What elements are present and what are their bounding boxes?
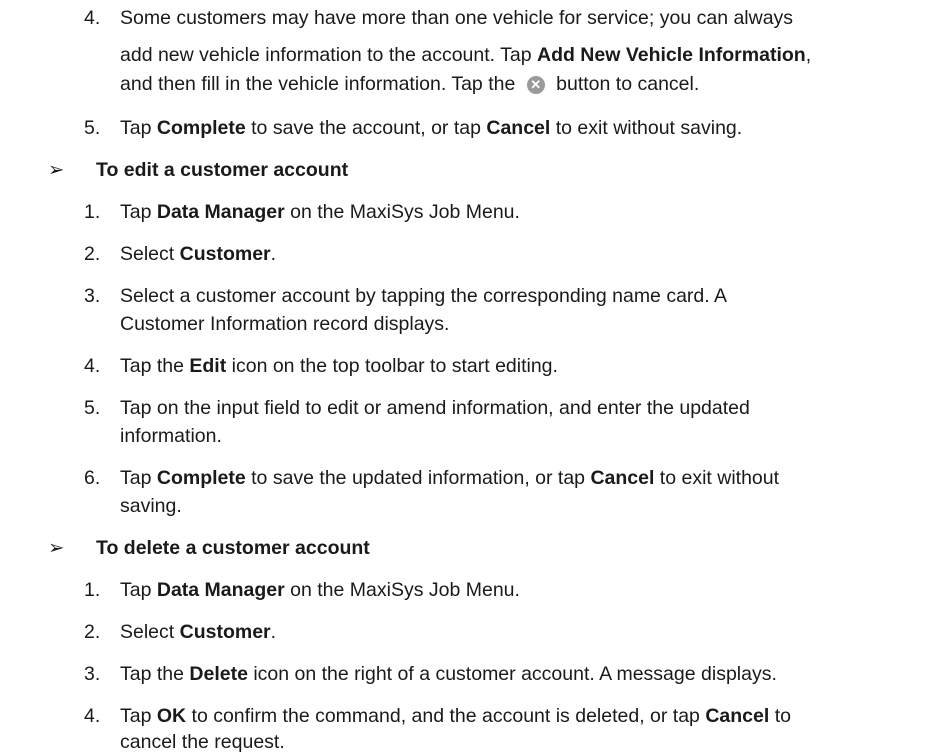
bold-term: Complete — [156, 117, 246, 139]
list-item: Select a customer account by tapping the… — [120, 282, 930, 310]
text-span: icon on the top toolbar to start editing… — [226, 355, 558, 377]
bold-term: Delete — [189, 663, 248, 685]
section-heading: ➢ To edit a customer account — [48, 156, 348, 184]
text-span: Select — [120, 243, 180, 265]
text-span: Tap the — [120, 355, 190, 377]
list-item: Tap Complete to save the account, or tap… — [120, 114, 930, 142]
text-span: on the MaxiSys Job Menu. — [284, 201, 520, 223]
list-item: Tap the Edit icon on the top toolbar to … — [120, 352, 930, 380]
bold-term: Cancel — [705, 705, 770, 727]
text-span: Tap the — [120, 663, 190, 685]
text-span: to exit without saving. — [550, 117, 743, 139]
bold-term: Add New Vehicle Information — [536, 44, 806, 66]
bold-term: Data Manager — [156, 201, 285, 223]
text-span: to exit without — [654, 467, 780, 489]
text-span: Tap — [120, 579, 157, 601]
step-number: 3. — [84, 663, 101, 685]
text-span: add new vehicle information to the accou… — [120, 44, 537, 66]
step-number: 4. — [84, 355, 101, 377]
text-span: Tap — [120, 117, 157, 139]
text-span: Tap on the input field to edit or amend … — [120, 397, 750, 419]
section-heading: ➢ To delete a customer account — [48, 534, 370, 562]
text-span: to — [769, 705, 791, 727]
list-item: Select Customer. — [120, 618, 930, 646]
list-item: Tap the Delete icon on the right of a cu… — [120, 660, 930, 688]
list-item: information. — [120, 422, 930, 450]
list-item: Customer Information record displays. — [120, 310, 930, 338]
text-span: To edit a customer account — [96, 159, 349, 181]
step-number: 4. — [84, 7, 101, 29]
text-span: saving. — [120, 495, 182, 517]
text-span: , — [805, 44, 812, 66]
step-number: 4. — [84, 705, 101, 727]
bold-term: Cancel — [590, 467, 655, 489]
text-span: to save the updated information, or tap — [245, 467, 591, 489]
text-span: Tap — [120, 467, 157, 489]
list-item: and then fill in the vehicle information… — [120, 70, 930, 98]
step-number: 3. — [84, 285, 101, 307]
text-span: To delete a customer account — [96, 537, 370, 559]
list-item: Select Customer. — [120, 240, 930, 268]
arrow-bullet-icon: ➢ — [48, 537, 65, 559]
bold-term: OK — [156, 705, 187, 727]
text-span: Tap — [120, 705, 157, 727]
list-item: Some customers may have more than one ve… — [120, 4, 930, 32]
text-span: button to cancel. — [556, 73, 700, 95]
step-number: 1. — [84, 201, 101, 223]
list-item: cancel the request. — [120, 728, 930, 756]
step-number: 5. — [84, 397, 101, 419]
step-number: 6. — [84, 467, 101, 489]
list-item: add new vehicle information to the accou… — [120, 41, 930, 69]
text-span: information. — [120, 425, 222, 447]
text-span: to save the account, or tap — [245, 117, 487, 139]
text-span: on the MaxiSys Job Menu. — [284, 579, 520, 601]
step-number: 1. — [84, 579, 101, 601]
text-span: Tap — [120, 201, 157, 223]
arrow-bullet-icon: ➢ — [48, 159, 65, 181]
bold-term: Cancel — [486, 117, 551, 139]
text-span: . — [270, 243, 277, 265]
list-item: Tap Complete to save the updated informa… — [120, 464, 930, 492]
text-span: to confirm the command, and the account … — [186, 705, 706, 727]
text-span: cancel the request. — [120, 731, 285, 753]
step-number: 2. — [84, 621, 101, 643]
text-span: Select a customer account by tapping the… — [120, 285, 728, 307]
step-number: 2. — [84, 243, 101, 265]
text-span: . — [270, 621, 277, 643]
bold-term: Customer — [179, 243, 271, 265]
bold-term: Edit — [189, 355, 227, 377]
text-span: Select — [120, 621, 180, 643]
bold-term: Complete — [156, 467, 246, 489]
text-span: Some customers may have more than one ve… — [120, 7, 794, 29]
list-item: Tap OK to confirm the command, and the a… — [120, 702, 930, 730]
list-item: saving. — [120, 492, 930, 520]
bold-term: Customer — [179, 621, 271, 643]
cancel-icon: ✕ — [526, 76, 545, 94]
manual-page: 4. Some customers may have more than one… — [0, 0, 942, 753]
text-span: and then fill in the vehicle information… — [120, 73, 516, 95]
text-span: icon on the right of a customer account.… — [247, 663, 777, 685]
list-item: Tap on the input field to edit or amend … — [120, 394, 930, 422]
bold-term: Data Manager — [156, 579, 285, 601]
step-number: 5. — [84, 117, 101, 139]
list-item: Tap Data Manager on the MaxiSys Job Menu… — [120, 198, 930, 226]
list-item: Tap Data Manager on the MaxiSys Job Menu… — [120, 576, 930, 604]
text-span: Customer Information record displays. — [120, 313, 450, 335]
